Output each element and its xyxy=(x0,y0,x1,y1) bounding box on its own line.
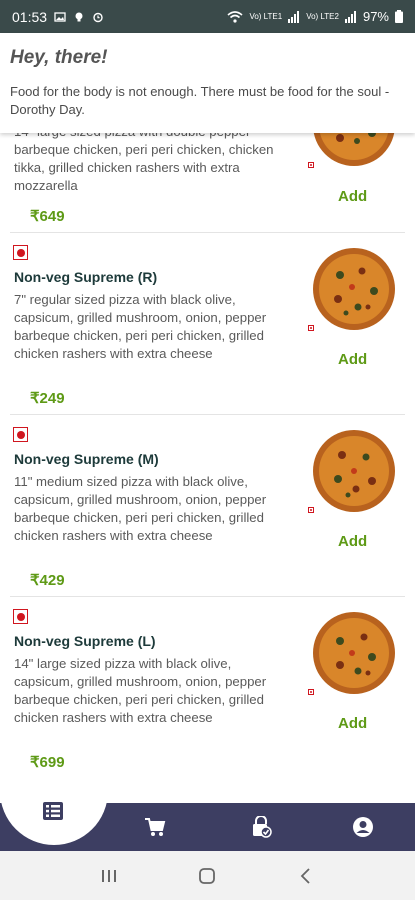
system-nav-bar xyxy=(0,851,415,900)
add-button[interactable]: Add xyxy=(338,351,367,368)
greeting-header: Hey, there! Food for the body is not eno… xyxy=(0,33,415,133)
pizza-image xyxy=(313,248,395,330)
bulb-icon xyxy=(75,12,83,21)
network-label-2: Vo) LTE2 xyxy=(306,11,339,21)
pizza-image xyxy=(313,430,395,512)
greeting-quote: Food for the body is not enough. There m… xyxy=(10,84,390,117)
menu-item: Non-veg Supreme (M) 11" medium sized piz… xyxy=(0,415,415,597)
item-price: ₹649 xyxy=(30,208,65,225)
item-name: Non-veg Supreme (M) xyxy=(14,451,159,467)
item-price: ₹429 xyxy=(30,572,65,589)
greeting-title: Hey, there! xyxy=(10,47,108,68)
item-description: 14" large sized pizza with double pepper… xyxy=(14,133,274,193)
item-name: Non-veg Supreme (R) xyxy=(14,269,158,285)
alarm-icon xyxy=(93,12,103,22)
wifi-icon xyxy=(227,10,243,23)
item-price: ₹699 xyxy=(30,754,65,771)
nonveg-mark xyxy=(13,245,28,260)
pizza-image xyxy=(313,133,395,166)
menu-list[interactable]: 14" large sized pizza with double pepper… xyxy=(0,133,415,803)
gallery-icon xyxy=(54,11,66,22)
profile-icon[interactable] xyxy=(352,816,374,838)
network-label-1: Vo) LTE1 xyxy=(249,11,283,21)
add-button[interactable]: Add xyxy=(338,533,367,550)
cart-icon[interactable] xyxy=(144,816,166,838)
menu-item: Non-veg Supreme (L) 14" large sized pizz… xyxy=(0,597,415,779)
recent-apps-icon[interactable] xyxy=(97,864,121,888)
item-description: 7" regular sized pizza with black olive,… xyxy=(14,292,267,361)
battery-icon xyxy=(395,10,403,23)
add-button[interactable]: Add xyxy=(338,188,367,205)
item-description: 11" medium sized pizza with black olive,… xyxy=(14,474,267,543)
signal-1-icon xyxy=(288,10,300,23)
home-icon[interactable] xyxy=(195,864,219,888)
nonveg-mark-small xyxy=(308,325,314,331)
nonveg-mark-small xyxy=(308,507,314,513)
status-bar: 01:53 Vo) LTE1 Vo) LTE2 97% xyxy=(0,0,415,33)
menu-item: 14" large sized pizza with double pepper… xyxy=(0,133,415,233)
add-button[interactable]: Add xyxy=(338,715,367,732)
item-price: ₹249 xyxy=(30,390,65,407)
item-name: Non-veg Supreme (L) xyxy=(14,633,156,649)
status-right: Vo) LTE1 Vo) LTE2 97% xyxy=(227,9,403,24)
order-status-icon[interactable] xyxy=(250,816,272,838)
status-left: 01:53 xyxy=(12,9,104,25)
nonveg-mark-small xyxy=(308,162,314,168)
nonveg-mark xyxy=(13,427,28,442)
status-time: 01:53 xyxy=(12,8,48,25)
back-icon[interactable] xyxy=(294,864,318,888)
pizza-image xyxy=(313,612,395,694)
battery-percent: 97% xyxy=(362,9,389,24)
menu-list-icon[interactable] xyxy=(42,800,64,822)
signal-2-icon xyxy=(344,10,356,23)
menu-item: Non-veg Supreme (R) 7" regular sized piz… xyxy=(0,233,415,415)
nonveg-mark-small xyxy=(308,689,314,695)
item-description: 14" large sized pizza with black olive, … xyxy=(14,656,267,725)
nonveg-mark xyxy=(13,609,28,624)
